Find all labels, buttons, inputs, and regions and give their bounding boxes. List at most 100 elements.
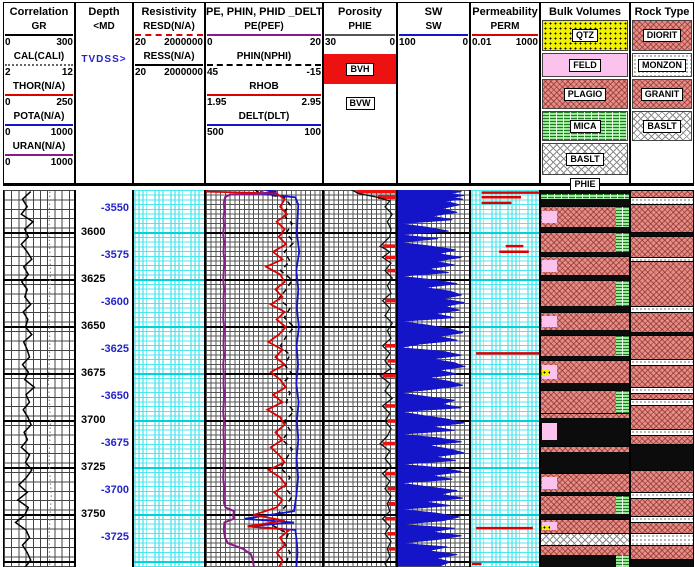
bvh-fill-legend: BVH: [324, 54, 396, 84]
track-body-bulk[interactable]: [540, 190, 630, 567]
depth-gridline-cyan-3600: [134, 232, 204, 234]
curve-header-PERM[interactable]: PERM0.011000: [471, 21, 539, 48]
track-title-depth: Depth: [76, 3, 132, 18]
bulk-band-black: [541, 199, 629, 206]
track-body-porosity[interactable]: [323, 190, 397, 567]
scale-right: 20: [310, 37, 321, 48]
track-title-resistivity: Resistivity: [134, 3, 204, 18]
track-body-sw[interactable]: [397, 190, 470, 567]
md-depth-label: 3625: [81, 273, 105, 285]
curve-header-RESSNA[interactable]: RESS(N/A)202000000: [134, 51, 204, 78]
curve-header-URANNA[interactable]: URAN(N/A)01000: [4, 141, 74, 168]
tvdss-depth-label: -3600: [101, 296, 129, 308]
curve-header-RHOB[interactable]: RHOB1.952.95: [206, 81, 322, 108]
bvw-label: BVW: [346, 97, 375, 110]
curve-header-RESDNA[interactable]: RESD(N/A)202000000: [134, 21, 204, 48]
scale-right: 1000: [51, 127, 73, 138]
legend-patch-DIORIT: DIORIT: [632, 20, 692, 51]
curve-header-PEPEF[interactable]: PE(PEF)020: [206, 21, 322, 48]
depth-gridline-3675: [324, 373, 396, 375]
track-header-depth[interactable]: Depth<MDTVDSS>: [75, 2, 133, 186]
track-header-perm[interactable]: PermeabilityPERM0.011000: [470, 2, 540, 186]
depth-gridline-3650: [398, 326, 469, 328]
curve-scale-line: [135, 34, 203, 36]
curve-label: POTA(N/A): [4, 111, 74, 122]
rock-band-salmon: [631, 261, 693, 308]
legend-label-MONZON: MONZON: [638, 59, 686, 72]
scale-left: 45: [207, 67, 218, 78]
scale-right: 1000: [51, 157, 73, 168]
depth-gridline-3750: [206, 514, 322, 516]
curves-svg-perm: [471, 190, 540, 567]
mica-edge-strip: [616, 555, 629, 567]
bulk-band-salmon: [541, 256, 629, 278]
scale-left: 0.01: [472, 37, 491, 48]
legend-patch-FELD: FELD: [542, 53, 628, 77]
curve-label: GR: [4, 21, 74, 32]
depth-gridline-cyan-3650: [134, 326, 204, 328]
qtz-sliver: [542, 370, 550, 376]
depth-gridline-3600: [398, 232, 469, 234]
legend-patch-PHIE: PHIE: [542, 177, 628, 191]
rock-band-black: [631, 559, 693, 567]
curve-label: SW: [398, 21, 469, 32]
track-header-porosity[interactable]: PorosityPHIE300BVHBVW: [323, 2, 397, 186]
depth-gridline-3775: [324, 561, 396, 563]
track-header-correlation[interactable]: CorrelationGR0300CAL(CALI)212THOR(N/A)02…: [3, 2, 75, 186]
track-header-pe[interactable]: PE, PHIN, PHID _DELTPE(PEF)020PHIN(NPHI)…: [205, 2, 323, 186]
curve-header-THORNA[interactable]: THOR(N/A)0250: [4, 81, 74, 108]
track-header-resistivity[interactable]: Resistivity RESD(N/A)202000000 RESS(N/A)20…: [133, 2, 205, 186]
rock-band-salmon: [631, 365, 693, 390]
curve-label: PERM: [471, 21, 539, 32]
depth-gridline-cyan-3750: [471, 514, 539, 516]
curve-header-GR[interactable]: GR0300: [4, 21, 74, 48]
depth-gridline-3725: [398, 467, 469, 469]
track-header-bulk[interactable]: Bulk VolumesQTZFELDPLAGIOMICABASLTPHIE: [540, 2, 630, 186]
track-title-sw: SW: [398, 3, 469, 18]
depth-gridline-3625: [398, 279, 469, 281]
well-log-plot: Reference A2 CorrelationGR0300CAL(CALI)2…: [0, 0, 695, 567]
depth-gridline-cyan-3675: [471, 373, 539, 375]
depth-gridline-cyan-3750: [134, 514, 204, 516]
feld-blob: [542, 316, 557, 326]
track-body-perm[interactable]: [470, 190, 540, 567]
track-body-rock[interactable]: [630, 190, 694, 567]
curve-header-SW[interactable]: SW1000: [398, 21, 469, 48]
track-body-correlation[interactable]: [3, 190, 75, 567]
curve-scale-line: [207, 124, 321, 126]
track-body-depth[interactable]: 3600362536503675370037253750-3550-3575-3…: [75, 190, 133, 567]
curve-header-POTANA[interactable]: POTA(N/A)01000: [4, 111, 74, 138]
track-body-resistivity[interactable]: [133, 190, 205, 567]
curve-label: DELT(DLT): [206, 111, 322, 122]
depth-gridline-cyan-3675: [134, 373, 204, 375]
curve-label: THOR(N/A): [4, 81, 74, 92]
depth-gridline-cyan-3775: [134, 561, 204, 563]
legend-patch-PLAGIO: PLAGIO: [542, 79, 628, 109]
curve-header-PHIE[interactable]: PHIE300: [324, 21, 396, 48]
depth-gridline-3775: [398, 561, 469, 563]
track-body-pe[interactable]: [205, 190, 323, 567]
rock-band-salmon: [631, 312, 693, 334]
depth-tvdss-label: TVDSS>: [76, 54, 132, 65]
curve-scale-numbers: 45-15: [206, 67, 322, 78]
curve-label: RHOB: [206, 81, 322, 92]
curve-scale-line: [5, 154, 73, 156]
scale-left: 0: [5, 157, 11, 168]
bulk-band-salmon: [541, 232, 629, 254]
curve-header-PHINNPHI[interactable]: PHIN(NPHI)45-15: [206, 51, 322, 78]
track-header-rock[interactable]: Rock TypeDIORITMONZONGRANITBASLT: [630, 2, 694, 186]
tvdss-depth-label: -3550: [101, 202, 129, 214]
curve-scale-numbers: 0 1000: [4, 157, 74, 168]
md-depth-label: 3600: [81, 226, 105, 238]
curves-svg-sw: [398, 190, 470, 567]
curve-header-CALCALI[interactable]: CAL(CALI)212: [4, 51, 74, 78]
depth-gridline-cyan-3625: [134, 279, 204, 281]
mica-edge-strip: [616, 336, 629, 358]
track-header-sw[interactable]: SWSW1000: [397, 2, 470, 186]
curve-label: RESS(N/A): [134, 51, 204, 62]
md-depth-label: 3700: [81, 414, 105, 426]
curve-header-DELTDLT[interactable]: DELT(DLT)500100: [206, 111, 322, 138]
depth-gridline-3625: [4, 279, 74, 281]
bvw-fill-legend: BVW: [324, 94, 396, 112]
legend-label-PLAGIO: PLAGIO: [564, 88, 607, 101]
